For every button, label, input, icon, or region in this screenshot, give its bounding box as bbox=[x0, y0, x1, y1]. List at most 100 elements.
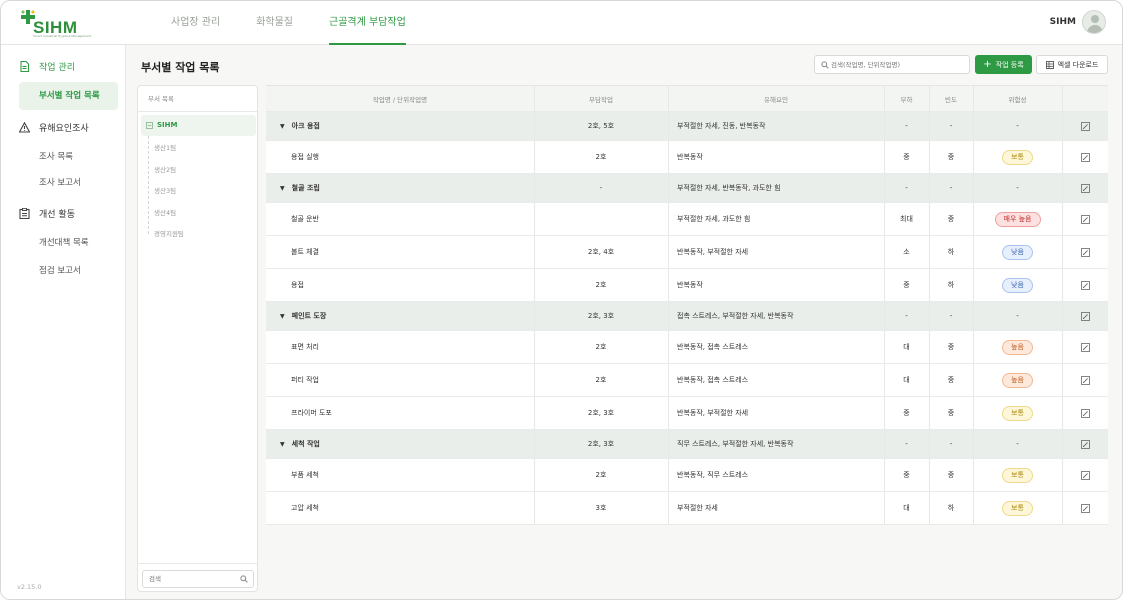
sidebar-item-survey-report[interactable]: 조사 보고서 bbox=[39, 176, 81, 188]
tree-search[interactable] bbox=[142, 570, 254, 588]
edit-cell bbox=[1062, 430, 1108, 458]
tree-item-dept[interactable]: 경영지원팀 bbox=[154, 228, 184, 238]
hazard-factors-cell: 직무 스트레스, 부적절한 자세, 반복동작 bbox=[677, 440, 794, 448]
edit-icon[interactable] bbox=[1080, 214, 1090, 224]
edit-icon[interactable] bbox=[1080, 439, 1090, 449]
task-row[interactable]: 퍼티 작업 2호 반복동작, 접촉 스트레스 대 중 높음 bbox=[266, 364, 1108, 397]
column-divider bbox=[884, 364, 885, 396]
nav-site-management[interactable]: 사업장 관리 bbox=[171, 1, 220, 45]
column-divider bbox=[534, 174, 535, 202]
edit-icon[interactable] bbox=[1080, 342, 1090, 352]
column-divider bbox=[884, 141, 885, 173]
edit-icon[interactable] bbox=[1080, 408, 1090, 418]
edit-icon[interactable] bbox=[1080, 311, 1090, 321]
hazard-factors-cell: 부적절한 자세, 반복동작, 과도한 힘 bbox=[677, 184, 781, 192]
edit-icon[interactable] bbox=[1080, 375, 1090, 385]
tree-item-dept[interactable]: 생산3팀 bbox=[154, 185, 176, 195]
tree-root-item[interactable]: − SIHM bbox=[141, 115, 256, 136]
task-group-row[interactable]: ▼ 아크 용접 2호, 5호 부적절한 자세, 진동, 반복동작 - - - bbox=[266, 112, 1108, 141]
expand-triangle-icon[interactable]: ▼ bbox=[280, 441, 285, 448]
column-divider bbox=[668, 459, 669, 491]
task-name-cell[interactable]: ▼ 세척 작업 bbox=[266, 430, 534, 458]
tree-item-dept[interactable]: 생산2팀 bbox=[154, 164, 176, 174]
column-divider bbox=[929, 112, 930, 140]
frequency-cell: - bbox=[949, 184, 953, 192]
task-row[interactable]: 용접 실행 2호 반복동작 중 중 보통 bbox=[266, 141, 1108, 174]
task-name-cell[interactable]: ▼ 아크 용접 bbox=[266, 112, 534, 140]
user-menu[interactable]: SIHM bbox=[1050, 10, 1106, 34]
edit-icon[interactable] bbox=[1080, 247, 1090, 257]
tree-item-dept[interactable]: 생산4팀 bbox=[154, 207, 176, 217]
task-name-cell[interactable]: ▼ 페인트 도장 bbox=[266, 302, 534, 330]
column-divider bbox=[884, 236, 885, 268]
burden-work-cell: 2호, 5호 bbox=[587, 122, 615, 130]
load-cell: 중 bbox=[903, 471, 910, 479]
add-task-button[interactable]: + 작업 등록 bbox=[975, 55, 1032, 74]
sidebar-item-survey-list[interactable]: 조사 목록 bbox=[39, 150, 73, 162]
column-divider bbox=[973, 331, 974, 363]
sidebar-item-inspection-report[interactable]: 점검 보고서 bbox=[39, 264, 81, 276]
column-divider bbox=[884, 459, 885, 491]
edit-icon[interactable] bbox=[1080, 183, 1090, 193]
column-divider bbox=[534, 112, 535, 140]
edit-icon[interactable] bbox=[1080, 470, 1090, 480]
edit-icon[interactable] bbox=[1080, 152, 1090, 162]
risk-cell: - bbox=[1016, 312, 1019, 320]
logo[interactable]: SIHM Smart Industrial Hygiene Management bbox=[21, 10, 91, 38]
collapse-icon[interactable]: − bbox=[146, 122, 153, 129]
tree-item-dept[interactable]: 생산1팀 bbox=[154, 142, 176, 152]
task-row[interactable]: 표면 처리 2호 반복동작, 접촉 스트레스 대 중 높음 bbox=[266, 331, 1108, 364]
tree-search-input[interactable] bbox=[149, 573, 237, 585]
edit-icon[interactable] bbox=[1080, 280, 1090, 290]
task-row[interactable]: 부품 세척 2호 반복동작, 직무 스트레스 중 중 보통 bbox=[266, 459, 1108, 492]
column-header bbox=[1062, 86, 1108, 111]
column-divider bbox=[973, 430, 974, 458]
sidebar-item-dept-task-list[interactable]: 부서별 작업 목록 bbox=[19, 82, 118, 110]
task-group-row[interactable]: ▼ 페인트 도장 2호, 3호 접촉 스트레스, 부적절한 자세, 반복동작 - - - bbox=[266, 302, 1108, 331]
task-row[interactable]: 볼트 체결 2호, 4호 반복동작, 부적절한 자세 소 하 낮음 bbox=[266, 236, 1108, 269]
excel-download-button[interactable]: 엑셀 다운로드 bbox=[1036, 55, 1108, 74]
task-name-cell[interactable]: ▼ 철골 조립 bbox=[266, 174, 534, 202]
expand-triangle-icon[interactable]: ▼ bbox=[280, 185, 285, 192]
sidebar-group-hazard-survey[interactable]: 유해요인조사 bbox=[19, 121, 89, 134]
risk-cell: 보통 bbox=[973, 397, 1062, 429]
burden-work-cell: 2호 bbox=[595, 281, 607, 289]
avatar[interactable] bbox=[1082, 10, 1106, 34]
task-search[interactable] bbox=[814, 55, 970, 74]
sidebar-item-improvement-list[interactable]: 개선대책 목록 bbox=[39, 236, 89, 248]
department-tree: 부서 목록 − SIHM 생산1팀 생산2팀 생산3팀 생산4팀 경영지원팀 bbox=[137, 85, 258, 592]
column-divider bbox=[534, 364, 535, 396]
frequency-cell: - bbox=[949, 312, 953, 320]
hazard-factors-cell: 반복동작 bbox=[677, 153, 703, 161]
task-group-row[interactable]: ▼ 철골 조립 - 부적절한 자세, 반복동작, 과도한 힘 - - - bbox=[266, 174, 1108, 203]
task-row[interactable]: 철골 운반 부적절한 자세, 과도한 힘 최대 중 매우 높음 bbox=[266, 203, 1108, 236]
search-icon[interactable] bbox=[240, 575, 248, 583]
task-row[interactable]: 고압 세척 3호 부적절한 자세 대 하 보통 bbox=[266, 492, 1108, 525]
avatar-head bbox=[1091, 15, 1099, 23]
sidebar-group-improvement[interactable]: 개선 활동 bbox=[19, 207, 75, 220]
task-group-row[interactable]: ▼ 세척 작업 2호, 3호 직무 스트레스, 부적절한 자세, 반복동작 - - - bbox=[266, 430, 1108, 459]
search-input[interactable] bbox=[831, 58, 966, 71]
load-cell: - bbox=[905, 312, 908, 320]
column-divider bbox=[534, 203, 535, 235]
frequency-cell: 하 bbox=[947, 281, 955, 289]
edit-icon[interactable] bbox=[1080, 503, 1090, 513]
nav-musculoskeletal[interactable]: 근골격계 부담작업 bbox=[329, 1, 406, 45]
nav-chemicals[interactable]: 화학물질 bbox=[256, 1, 293, 45]
column-divider bbox=[534, 492, 535, 524]
expand-triangle-icon[interactable]: ▼ bbox=[280, 123, 285, 130]
tree-divider bbox=[138, 563, 257, 564]
column-divider bbox=[1062, 269, 1063, 301]
column-divider bbox=[668, 364, 669, 396]
load-cell: 중 bbox=[903, 153, 910, 161]
column-header: 유해요인 bbox=[764, 95, 788, 104]
task-name: 철골 조립 bbox=[291, 184, 320, 192]
risk-cell: 보통 bbox=[973, 492, 1062, 524]
column-divider bbox=[929, 203, 930, 235]
task-row[interactable]: 용접 2호 반복동작 중 하 낮음 bbox=[266, 269, 1108, 302]
edit-icon[interactable] bbox=[1080, 121, 1090, 131]
risk-badge: 보통 bbox=[1002, 500, 1033, 516]
task-row[interactable]: 프라이머 도포 2호, 3호 반복동작, 부적절한 자세 중 중 보통 bbox=[266, 397, 1108, 430]
expand-triangle-icon[interactable]: ▼ bbox=[280, 313, 285, 320]
sidebar-group-task-management[interactable]: 작업 관리 bbox=[19, 60, 75, 73]
